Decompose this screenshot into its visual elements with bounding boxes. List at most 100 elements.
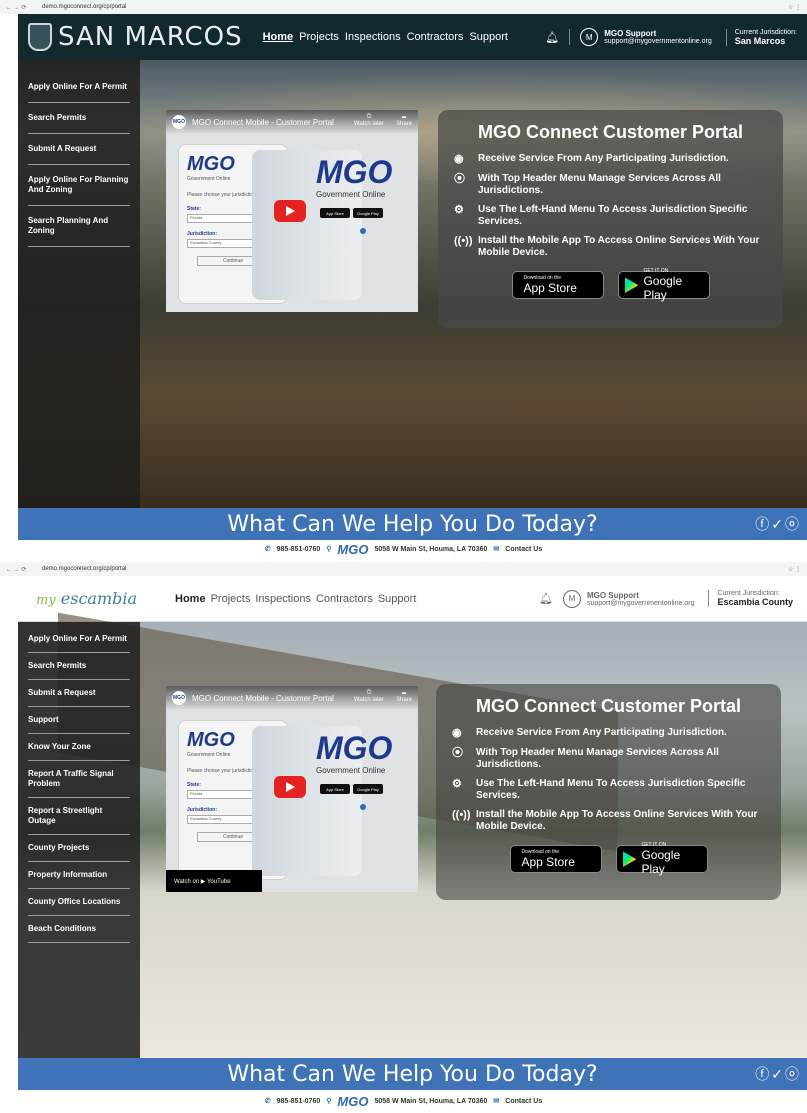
footer-address: 5058 W Main St, Houma, LA 70360 <box>374 545 488 553</box>
sidebar-item-property-info[interactable]: Property Information <box>28 862 130 889</box>
google-play-icon: ▶ <box>624 277 639 294</box>
nav-inspections[interactable]: Inspections <box>255 593 311 605</box>
footer-contact[interactable]: Contact Us <box>505 1098 542 1105</box>
jurisdiction-selector[interactable]: Current Jurisdiction: Escambia County <box>708 590 793 607</box>
video-player[interactable]: MGO Government Online Please choose your… <box>166 110 418 312</box>
sidebar-item-support[interactable]: Support <box>28 707 130 734</box>
sidebar-item-submit-request[interactable]: Submit a Request <box>28 680 130 707</box>
nav-home[interactable]: Home <box>263 31 294 43</box>
broadcast-icon: ((•)) <box>454 235 473 248</box>
google-play-button[interactable]: ▶GET IT ONGoogle Play <box>615 842 708 876</box>
sidebar-item-traffic-signal[interactable]: Report A Traffic Signal Problem <box>28 761 130 798</box>
logo[interactable]: SAN MARCOS <box>28 22 243 52</box>
location-icon: ⚲ <box>326 1098 332 1105</box>
app-store-button[interactable]: Download on the App Store <box>511 271 604 300</box>
sidebar-item-search-permits[interactable]: Search Permits <box>28 653 130 680</box>
pin-icon: ⦿ <box>452 747 463 760</box>
video-player[interactable]: MGO Government Online Please choose your… <box>166 686 418 892</box>
divider <box>569 29 571 45</box>
mgo-logo: MGO <box>337 1093 369 1109</box>
user-info[interactable]: MGO Support support@mygovernmentonline.o… <box>604 29 712 45</box>
browser-tools[interactable]: ☆ ⋮ <box>788 4 801 11</box>
google-play-icon: ▶ <box>622 851 637 868</box>
nav-contractors[interactable]: Contractors <box>407 31 464 43</box>
header-right: 🔔︎ M MGO Support support@mygovernmentonl… <box>539 589 807 608</box>
top-nav: Home Projects Inspections Contractors Su… <box>175 593 416 605</box>
bell-icon[interactable]: 🔔︎ <box>545 31 559 44</box>
location-icon: ⚲ <box>326 546 332 553</box>
sidebar-item-apply-permit[interactable]: Apply Online For A Permit <box>28 72 130 103</box>
video-dot <box>360 804 366 810</box>
sidebar-item-search-planning[interactable]: Search Planning And Zoning <box>28 206 130 247</box>
footer-phone[interactable]: 985-851-0760 <box>277 546 321 553</box>
portal-item: ⦿ With Top Header Menu Manage Services Ac… <box>454 173 721 197</box>
city-seal-icon <box>28 23 52 51</box>
footer: ✆ 985-851-0760 ⚲ MGO 5058 W Main St, Houma… <box>0 540 807 558</box>
avatar[interactable]: M <box>580 28 599 46</box>
nav-inspections[interactable]: Inspections <box>345 31 401 43</box>
play-button[interactable] <box>274 200 306 222</box>
address-bar[interactable]: demo.mgoconnect.org/cp/portal <box>42 4 788 10</box>
address-bar[interactable]: demo.mgoconnect.org/cp/portal <box>42 566 788 572</box>
social-icons[interactable]: ⓕ✓ⓞ <box>755 1064 801 1084</box>
portal-item: ◉ Receive Service From Any Participating … <box>454 153 729 165</box>
nav-contractors[interactable]: Contractors <box>316 593 373 605</box>
portal-item: ((•)) Install the Mobile App To Access On… <box>454 235 760 259</box>
portal-card: MGO Connect Customer Portal ◉ Receive Ser… <box>438 110 783 328</box>
mgo-logo-icon: MGO <box>172 115 186 129</box>
phone-icon: ✆ <box>264 546 271 553</box>
watch-later-button[interactable]: 🕓︎ Watch later <box>354 690 384 703</box>
nav-support[interactable]: Support <box>378 593 417 605</box>
mgo-logo-icon: MGO <box>172 691 186 705</box>
browser-bar: ← → ⟳ demo.mgoconnect.org/cp/portal ☆ ⋮ <box>0 562 807 576</box>
sidebar-item-county-projects[interactable]: County Projects <box>28 835 130 862</box>
watch-later-button[interactable]: 🕓︎ Watch later <box>354 114 384 127</box>
nav-projects[interactable]: Projects <box>211 593 251 605</box>
sidebar-item-submit-request[interactable]: Submit A Request <box>28 134 130 165</box>
sidebar-item-apply-planning[interactable]: Apply Online For Planning And Zoning <box>28 165 130 206</box>
sidebar: Apply Online For A Permit Search Permits… <box>18 60 140 508</box>
video-store-badges: App Store Google Play <box>320 208 383 218</box>
header: my escambia Home Projects Inspections Co… <box>18 576 807 622</box>
portal-item: ◉ Receive Service From Any Participating … <box>452 727 727 739</box>
nav-home[interactable]: Home <box>175 593 206 605</box>
user-info[interactable]: MGO Support support@mygovernmentonline.o… <box>587 591 695 607</box>
share-button[interactable]: ➦ Share <box>396 690 412 703</box>
globe-icon: ◉ <box>454 153 464 165</box>
avatar[interactable]: M <box>562 589 581 608</box>
browser-nav[interactable]: ← → ⟳ <box>6 566 42 573</box>
portal-title: MGO Connect Customer Portal <box>475 696 742 716</box>
sidebar-item-streetlight[interactable]: Report a Streetlight Outage <box>28 798 130 835</box>
sidebar-item-know-your-zone[interactable]: Know Your Zone <box>28 734 130 761</box>
nav-projects[interactable]: Projects <box>299 31 339 43</box>
browser-tools[interactable]: ☆ ⋮ <box>788 566 801 573</box>
video-store-badges: App Store Google Play <box>320 784 383 794</box>
portal-item: ⚙ Use The Left-Hand Menu To Access Jurisd… <box>454 204 748 228</box>
watch-on-youtube-button[interactable]: Watch on ▶ YouTube <box>166 870 262 892</box>
bell-icon[interactable]: 🔔︎ <box>539 592 553 605</box>
footer-address: 5058 W Main St, Houma, LA 70360 <box>374 1097 488 1105</box>
logo[interactable]: my escambia <box>36 589 137 608</box>
portal-item: ⚙ Use The Left-Hand Menu To Access Jurisd… <box>452 778 746 802</box>
mail-icon: ✉ <box>493 546 500 553</box>
sidebar-item-apply-permit[interactable]: Apply Online For A Permit <box>28 626 130 653</box>
footer-contact[interactable]: Contact Us <box>505 546 542 553</box>
sidebar-item-search-permits[interactable]: Search Permits <box>28 103 130 134</box>
social-icons[interactable]: ⓕ✓ⓞ <box>755 514 801 534</box>
share-button[interactable]: ➦ Share <box>396 114 412 127</box>
header: SAN MARCOS Home Projects Inspections Con… <box>18 14 807 60</box>
browser-nav[interactable]: ← → ⟳ <box>6 4 42 11</box>
app-store-button[interactable]: Download on the App Store <box>509 845 602 874</box>
mgo-logo: MGO <box>337 541 369 557</box>
help-banner: What Can We Help You Do Today? ⓕ✓ⓞ <box>18 508 807 540</box>
portal-title: MGO Connect Customer Portal <box>477 122 744 142</box>
google-play-button[interactable]: ▶GET IT ONGoogle Play <box>617 268 710 302</box>
sidebar-item-beach-conditions[interactable]: Beach Conditions <box>28 916 130 943</box>
play-button[interactable] <box>274 776 306 798</box>
footer-phone[interactable]: 985-851-0760 <box>277 1098 321 1105</box>
nav-support[interactable]: Support <box>469 31 508 43</box>
mail-icon: ✉ <box>493 1098 500 1105</box>
jurisdiction-selector[interactable]: Current Jurisdiction: San Marcos <box>725 28 797 46</box>
sidebar-item-county-offices[interactable]: County Office Locations <box>28 889 130 916</box>
browser-bar: ← → ⟳ demo.mgoconnect.org/cp/portal ☆ ⋮ <box>0 0 807 14</box>
